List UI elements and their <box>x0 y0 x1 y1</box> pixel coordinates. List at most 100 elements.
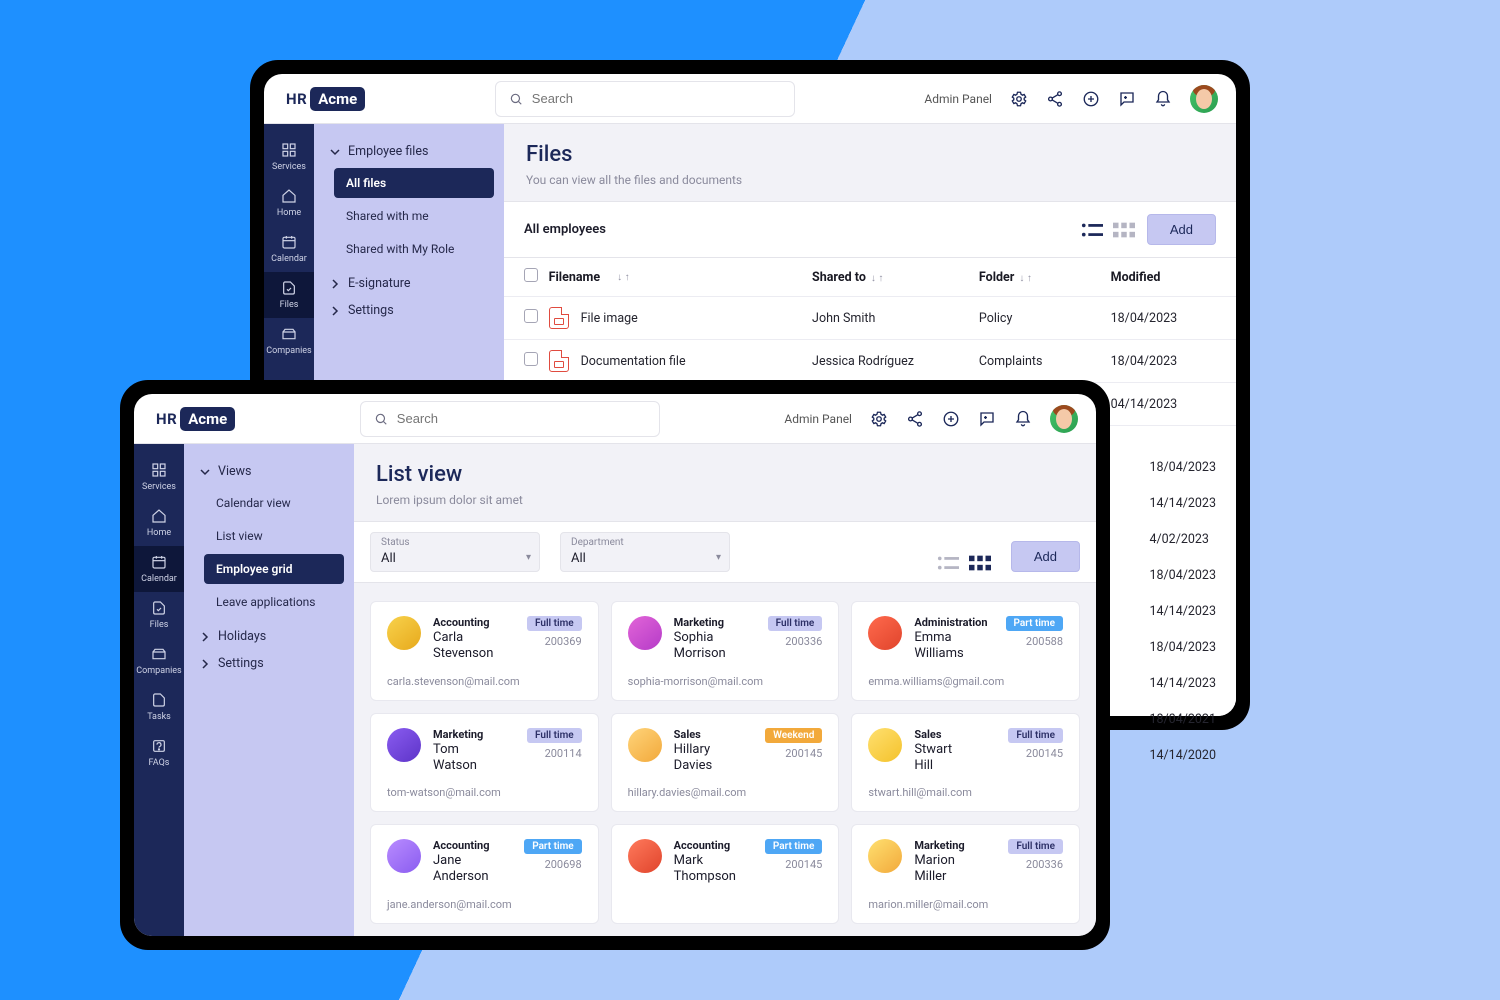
employee-name: StwartHill <box>914 742 996 775</box>
tree-shared-me[interactable]: Shared with me <box>334 201 494 231</box>
employee-avatar <box>628 839 662 873</box>
tree-leave-apps[interactable]: Leave applications <box>204 587 344 617</box>
rail-calendar[interactable]: Calendar <box>134 546 184 592</box>
employee-name: HillaryDavies <box>674 742 754 775</box>
employee-avatar <box>628 616 662 650</box>
rail-calendar[interactable]: Calendar <box>264 226 314 272</box>
filename: Documentation file <box>581 354 686 369</box>
employee-id: 200369 <box>545 635 582 648</box>
chevron-right-icon <box>330 279 340 289</box>
employment-badge: Full time <box>1008 839 1063 854</box>
employee-email: emma.williams@gmail.com <box>868 675 1063 688</box>
back-header: HRAcme Admin Panel <box>264 74 1236 124</box>
employee-card[interactable]: Marketing SophiaMorrison Full time 20033… <box>611 601 840 701</box>
modified: 14/14/2023 <box>1149 486 1216 522</box>
user-avatar[interactable] <box>1190 85 1218 113</box>
table-row[interactable]: File image John Smith Policy 18/04/2023 <box>504 297 1236 340</box>
select-all-checkbox[interactable] <box>524 268 538 282</box>
tree-views[interactable]: Views <box>194 458 344 485</box>
employee-card[interactable]: Accounting CarlaStevenson Full time 2003… <box>370 601 599 701</box>
admin-panel-link[interactable]: Admin Panel <box>784 412 852 426</box>
tree-esignature[interactable]: E-signature <box>324 270 494 297</box>
tree-shared-role[interactable]: Shared with My Role <box>334 234 494 264</box>
chat-icon[interactable] <box>1118 90 1136 108</box>
employee-name: SophiaMorrison <box>674 630 756 663</box>
status-select[interactable]: Status All ▾ <box>370 532 540 572</box>
plus-circle-icon[interactable] <box>942 410 960 428</box>
add-button[interactable]: Add <box>1147 214 1216 245</box>
filename: File image <box>581 311 638 326</box>
modified: 18/04/2023 <box>1111 354 1216 369</box>
employee-dept: Marketing <box>674 616 756 629</box>
rail-tasks[interactable]: Tasks <box>134 684 184 730</box>
search-field[interactable] <box>360 401 660 437</box>
tree-calendar-view[interactable]: Calendar view <box>204 488 344 518</box>
rail-files[interactable]: Files <box>134 592 184 638</box>
row-checkbox[interactable] <box>524 352 538 366</box>
add-button[interactable]: Add <box>1011 541 1080 572</box>
employment-badge: Full time <box>768 616 823 631</box>
employee-name: JaneAnderson <box>433 853 512 886</box>
list-view-icon[interactable] <box>937 554 959 572</box>
modified: 18/04/2023 <box>1149 630 1216 666</box>
bell-icon[interactable] <box>1154 90 1172 108</box>
grid-view-icon[interactable] <box>969 554 991 572</box>
admin-panel-link[interactable]: Admin Panel <box>924 92 992 106</box>
employment-badge: Full time <box>1008 728 1063 743</box>
gear-icon[interactable] <box>1010 90 1028 108</box>
share-icon[interactable] <box>906 410 924 428</box>
employee-email: hillary.davies@mail.com <box>628 786 823 799</box>
file-icon <box>549 307 569 329</box>
employee-card[interactable]: Sales StwartHill Full time 200145 stwart… <box>851 713 1080 813</box>
rail-faqs[interactable]: FAQs <box>134 730 184 776</box>
bell-icon[interactable] <box>1014 410 1032 428</box>
employee-id: 200336 <box>1026 858 1063 871</box>
employee-card[interactable]: Accounting MarkThompson Part time 200145 <box>611 824 840 924</box>
search-input[interactable] <box>495 81 795 117</box>
plus-circle-icon[interactable] <box>1082 90 1100 108</box>
employment-badge: Full time <box>527 616 582 631</box>
employee-name: EmmaWilliams <box>914 630 993 663</box>
tree-settings[interactable]: Settings <box>324 297 494 324</box>
modified: 18/04/2023 <box>1149 450 1216 486</box>
rail-files[interactable]: Files <box>264 272 314 318</box>
table-row[interactable]: Documentation file Jessica Rodríguez Com… <box>504 340 1236 383</box>
chevron-down-icon: ▾ <box>526 552 531 563</box>
employee-dept: Sales <box>674 728 754 741</box>
rail-companies[interactable]: Companies <box>134 638 184 684</box>
employee-card[interactable]: Marketing MarionMiller Full time 200336 … <box>851 824 1080 924</box>
tree-all-files[interactable]: All files <box>334 168 494 198</box>
list-view-icon[interactable] <box>1081 221 1103 239</box>
search-icon <box>374 412 388 426</box>
tree-employee-grid[interactable]: Employee grid <box>204 554 344 584</box>
chevron-right-icon <box>330 306 340 316</box>
employment-badge: Part time <box>1006 616 1063 631</box>
employee-name: CarlaStevenson <box>433 630 515 663</box>
gear-icon[interactable] <box>870 410 888 428</box>
tree-employee-files[interactable]: Employee files <box>324 138 494 165</box>
folder: Complaints <box>979 354 1111 369</box>
department-select[interactable]: Department All ▾ <box>560 532 730 572</box>
rail-services[interactable]: Services <box>134 454 184 500</box>
tree-holidays[interactable]: Holidays <box>194 623 344 650</box>
employee-card[interactable]: Marketing TomWatson Full time 200114 tom… <box>370 713 599 813</box>
search-input[interactable] <box>360 401 660 437</box>
rail-services[interactable]: Services <box>264 134 314 180</box>
tree-list-view[interactable]: List view <box>204 521 344 551</box>
row-checkbox[interactable] <box>524 309 538 323</box>
employee-avatar <box>387 728 421 762</box>
tree-settings[interactable]: Settings <box>194 650 344 677</box>
user-avatar[interactable] <box>1050 405 1078 433</box>
share-icon[interactable] <box>1046 90 1064 108</box>
rail-home[interactable]: Home <box>264 180 314 226</box>
grid-view-icon[interactable] <box>1113 221 1135 239</box>
search-field[interactable] <box>495 81 795 117</box>
rail-companies[interactable]: Companies <box>264 318 314 364</box>
folder: Policy <box>979 311 1111 326</box>
employee-card[interactable]: Accounting JaneAnderson Part time 200698… <box>370 824 599 924</box>
rail-home[interactable]: Home <box>134 500 184 546</box>
employee-card[interactable]: Administration EmmaWilliams Part time 20… <box>851 601 1080 701</box>
chat-icon[interactable] <box>978 410 996 428</box>
employee-card[interactable]: Sales HillaryDavies Weekend 200145 hilla… <box>611 713 840 813</box>
page-title: Files <box>526 142 1214 167</box>
